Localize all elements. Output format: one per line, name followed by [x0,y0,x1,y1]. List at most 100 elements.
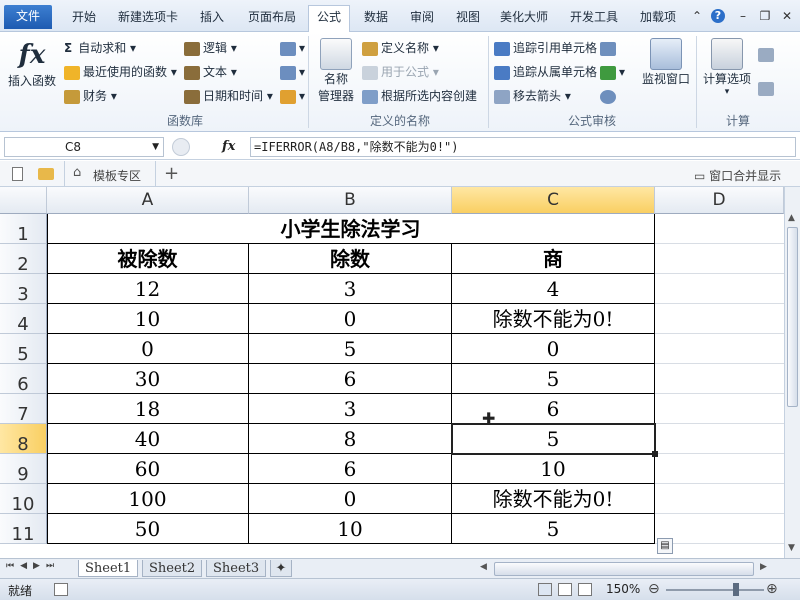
empty-cell[interactable] [655,424,784,454]
show-formulas-button[interactable] [600,38,619,58]
name-manager-button[interactable]: 名称 管理器 [314,38,358,104]
table-cell[interactable]: 3 [249,394,452,424]
watch-window-button[interactable]: 监视窗口 [638,38,694,87]
empty-cell[interactable] [655,514,784,544]
table-cell[interactable]: 6 [249,454,452,484]
table-cell[interactable]: 除数不能为0! [452,484,655,514]
restore-icon[interactable]: ❐ [758,9,772,23]
merge-windows-button[interactable]: ▭ 窗口合并显示 [694,167,781,184]
row-header-11[interactable]: 11 [0,514,47,545]
fill-handle[interactable] [652,451,658,457]
table-cell[interactable]: 18 [47,394,249,424]
use-in-formula-button[interactable]: 用于公式 ▾ [362,62,439,82]
sheet-tab-1[interactable]: Sheet1 [78,560,139,577]
header-cell[interactable]: 除数 [249,244,452,274]
text-button[interactable]: 文本 ▾ [184,62,237,82]
table-cell[interactable]: 5 [452,424,655,454]
table-cell[interactable]: 60 [47,454,249,484]
scroll-up-icon[interactable]: ▲ [788,213,795,223]
column-header-b[interactable]: B [249,187,452,214]
empty-cell[interactable] [655,484,784,514]
datetime-button[interactable]: 日期和时间 ▾ [184,86,273,106]
row-header-7[interactable]: 7 [0,394,47,425]
create-from-selection-button[interactable]: 根据所选内容创建 [362,86,477,106]
header-cell[interactable]: 商 [452,244,655,274]
empty-cell[interactable] [655,334,784,364]
add-tab-icon[interactable]: + [164,163,179,184]
tab-new-tab[interactable]: 新建选项卡 [110,6,186,28]
table-cell[interactable]: 8 [249,424,452,454]
formula-input[interactable]: =IFERROR(A8/B8,"除数不能为0!") [250,137,796,157]
ribbon-collapse-icon[interactable]: ⌃ [690,9,704,23]
new-document-icon[interactable] [12,167,23,181]
paste-options-icon[interactable]: ▤ [657,538,673,554]
insert-sheet-icon[interactable]: ✦ [270,560,292,577]
tab-review[interactable]: 审阅 [402,6,442,28]
empty-cell[interactable] [655,304,784,334]
recent-functions-button[interactable]: 最近使用的函数 ▾ [64,62,177,82]
math-button[interactable]: ▾ [280,62,305,82]
tab-file[interactable]: 文件 [4,5,52,29]
scroll-right-icon[interactable]: ▶ [760,562,767,572]
horizontal-scroll-thumb[interactable] [494,562,754,576]
chevron-down-icon[interactable]: ▼ [152,138,159,156]
financial-button[interactable]: 财务 ▾ [64,86,117,106]
empty-cell[interactable] [655,244,784,274]
zoom-level[interactable]: 150% [606,582,640,596]
table-cell[interactable]: 除数不能为0! [452,304,655,334]
column-header-d[interactable]: D [655,187,784,214]
logical-button[interactable]: 逻辑 ▾ [184,38,237,58]
help-icon[interactable]: ? [711,9,725,23]
table-cell[interactable]: 6 [249,364,452,394]
tab-insert[interactable]: 插入 [192,6,232,28]
trace-precedents-button[interactable]: 追踪引用单元格 [494,38,597,58]
row-header-8[interactable]: 8 [0,424,47,455]
table-cell[interactable]: 5 [452,364,655,394]
table-cell[interactable]: 10 [452,454,655,484]
calc-options-button[interactable]: 计算选项 ▾ [700,38,754,97]
lookup-button[interactable]: ▾ [280,38,305,58]
table-cell[interactable]: 0 [249,304,452,334]
zoom-slider-thumb[interactable] [733,583,739,596]
table-cell[interactable]: 5 [452,514,655,544]
macro-record-icon[interactable] [54,583,68,596]
row-header-5[interactable]: 5 [0,334,47,365]
tab-developer[interactable]: 开发工具 [562,6,626,28]
scroll-thumb[interactable] [787,227,798,407]
empty-cell[interactable] [655,454,784,484]
autosum-button[interactable]: Σ 自动求和 ▾ [64,38,136,58]
empty-cell[interactable] [655,364,784,394]
error-check-button[interactable]: ▾ [600,62,625,82]
calc-sheet-button[interactable] [758,78,777,98]
column-header-c[interactable]: C [452,187,655,214]
table-cell[interactable]: 10 [249,514,452,544]
table-cell[interactable]: 3 [249,274,452,304]
tab-data[interactable]: 数据 [356,6,396,28]
table-cell[interactable]: 30 [47,364,249,394]
row-header-9[interactable]: 9 [0,454,47,485]
close-icon[interactable]: ✕ [780,9,794,23]
sheet-tab-2[interactable]: Sheet2 [142,560,203,577]
calc-now-button[interactable] [758,44,777,64]
tab-beautify[interactable]: 美化大师 [492,6,556,28]
empty-cell[interactable] [655,394,784,424]
table-title[interactable]: 小学生除法学习 [47,214,655,244]
remove-arrows-button[interactable]: 移去箭头 ▾ [494,86,571,106]
row-header-4[interactable]: 4 [0,304,47,335]
name-box[interactable]: C8 ▼ [4,137,164,157]
normal-view-icon[interactable] [538,583,552,596]
header-cell[interactable]: 被除数 [47,244,249,274]
minimize-icon[interactable]: – [736,9,750,23]
page-break-view-icon[interactable] [578,583,592,596]
row-header-3[interactable]: 3 [0,274,47,305]
page-layout-view-icon[interactable] [558,583,572,596]
tab-addins[interactable]: 加载项 [632,6,684,28]
formula-bar-expand-icon[interactable] [172,138,190,156]
folder-icon[interactable] [38,168,54,180]
empty-cell[interactable] [655,274,784,304]
zoom-slider[interactable] [666,589,764,591]
vertical-scrollbar[interactable]: ▲ ▼ [784,187,800,558]
table-cell[interactable]: 0 [249,484,452,514]
table-cell[interactable]: 5 [249,334,452,364]
define-name-button[interactable]: 定义名称 ▾ [362,38,439,58]
